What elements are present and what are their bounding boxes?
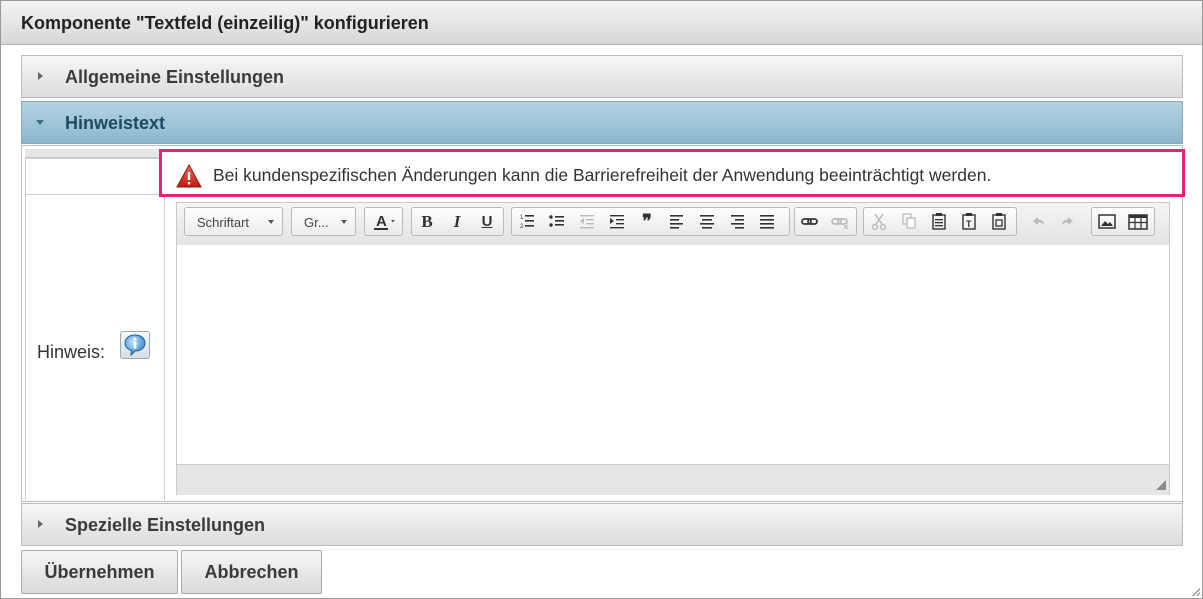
hinweis-label: Hinweis: [37, 342, 106, 362]
unlink-icon [831, 218, 849, 230]
align-left-button[interactable] [662, 208, 692, 235]
section-label: Spezielle Einstellungen [65, 515, 266, 535]
svg-text:2: 2 [520, 224, 524, 230]
section-spezielle-einstellungen[interactable]: Spezielle Einstellungen [21, 503, 1183, 546]
outdent-icon [580, 215, 594, 229]
redo-button[interactable] [1053, 208, 1083, 235]
clipboard-group: T [863, 207, 1017, 236]
indent-button[interactable] [602, 208, 632, 235]
font-family-select[interactable]: Schriftart [184, 207, 283, 236]
label-column [25, 158, 165, 500]
font-size-value: Gr... [304, 215, 329, 230]
resize-handle-icon[interactable] [1156, 480, 1166, 490]
indent-icon [610, 215, 624, 229]
justify-icon [760, 215, 774, 229]
paste-button[interactable] [924, 208, 954, 235]
chevron-right-icon [38, 520, 43, 528]
section-label: Allgemeine Einstellungen [65, 67, 285, 87]
image-icon [1098, 214, 1116, 229]
editor-content-area[interactable] [177, 245, 1169, 464]
paste-word-icon [992, 213, 1006, 230]
copy-button[interactable] [894, 208, 924, 235]
unlink-button[interactable] [825, 208, 855, 235]
table-icon [1128, 214, 1148, 230]
align-right-icon [731, 215, 744, 229]
chevron-down-icon [36, 120, 44, 125]
editor-statusbar [177, 464, 1169, 495]
paste-text-icon: T [962, 213, 976, 230]
align-center-button[interactable] [692, 208, 722, 235]
outdent-button[interactable] [572, 208, 602, 235]
bullet-list-icon [549, 215, 564, 227]
paste-text-button[interactable]: T [954, 208, 984, 235]
info-button[interactable] [120, 331, 150, 359]
insert-table-button[interactable] [1123, 208, 1153, 235]
dialog-title: Komponente "Textfeld (einzeilig)" konfig… [21, 13, 429, 33]
text-color-group: A [364, 207, 403, 236]
section-hinweistext[interactable]: Hinweistext [21, 101, 1183, 144]
underline-button[interactable]: U [472, 208, 502, 235]
align-left-icon [670, 215, 683, 229]
warning-icon [176, 164, 202, 188]
configure-dialog: Komponente "Textfeld (einzeilig)" konfig… [0, 0, 1203, 599]
font-family-value: Schriftart [197, 215, 250, 230]
svg-text:1: 1 [520, 215, 524, 221]
align-center-icon [700, 215, 714, 229]
dialog-titlebar[interactable]: Komponente "Textfeld (einzeilig)" konfig… [1, 1, 1202, 45]
section-label: Hinweistext [65, 113, 166, 133]
redo-icon [1062, 217, 1073, 225]
font-size-select[interactable]: Gr... [291, 207, 356, 236]
italic-button[interactable]: I [442, 208, 472, 235]
insert-image-button[interactable] [1092, 208, 1122, 235]
section-allgemeine-einstellungen[interactable]: Allgemeine Einstellungen [21, 55, 1183, 98]
info-icon [124, 334, 146, 357]
paste-icon [932, 213, 946, 230]
dropdown-arrow-icon [268, 220, 274, 224]
svg-text:A: A [376, 213, 387, 230]
align-right-button[interactable] [722, 208, 752, 235]
cut-button[interactable] [864, 208, 894, 235]
paragraph-group: 1 2 ❞ [511, 207, 790, 236]
svg-text:T: T [966, 219, 972, 229]
numbered-list-button[interactable]: 1 2 [512, 208, 542, 235]
numbered-list-icon: 1 2 [520, 215, 534, 230]
apply-button[interactable]: Übernehmen [21, 550, 178, 594]
link-button[interactable] [795, 208, 825, 235]
blockquote-button[interactable]: ❞ [632, 208, 662, 235]
undo-icon [1033, 217, 1044, 225]
warning-text: Bei kundenspezifischen Änderungen kann d… [213, 165, 992, 185]
bullet-list-button[interactable] [542, 208, 572, 235]
text-color-icon: A [374, 213, 395, 230]
scissors-icon [871, 213, 887, 231]
paste-word-button[interactable] [984, 208, 1014, 235]
accessibility-warning: Bei kundenspezifischen Änderungen kann d… [159, 149, 1185, 197]
rich-text-editor: Schriftart Gr... A B I U 1 2 ❞ T [176, 202, 1170, 495]
format-group: B I U [411, 207, 504, 236]
justify-button[interactable] [752, 208, 782, 235]
link-icon [801, 218, 818, 225]
copy-icon [902, 213, 916, 229]
insert-group [1091, 207, 1155, 236]
link-group [794, 207, 857, 236]
bold-button[interactable]: B [412, 208, 442, 235]
dropdown-arrow-icon [341, 220, 347, 224]
cancel-button[interactable]: Abbrechen [181, 550, 322, 594]
chevron-right-icon [38, 72, 43, 80]
text-color-button[interactable]: A [365, 208, 402, 235]
editor-toolbar: Schriftart Gr... A B I U 1 2 ❞ T [177, 203, 1169, 246]
dialog-resize-grip-icon[interactable] [1192, 588, 1200, 596]
undo-button[interactable] [1023, 208, 1053, 235]
